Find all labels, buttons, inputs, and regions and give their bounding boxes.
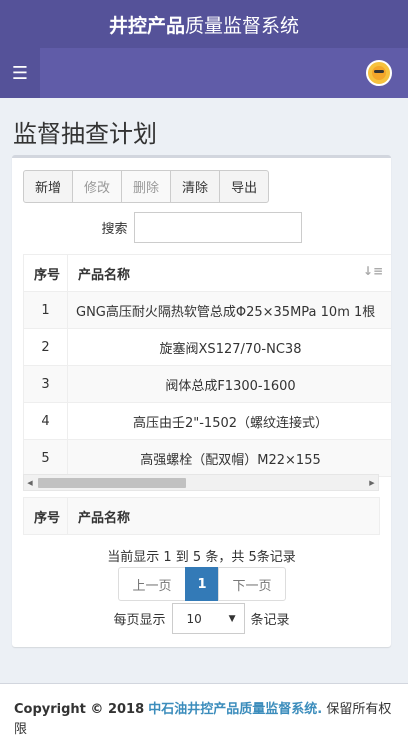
- search-input[interactable]: [133, 212, 302, 243]
- avatar-icon: [372, 66, 386, 80]
- search-row: 搜索: [12, 212, 391, 243]
- export-button[interactable]: 导出: [219, 170, 270, 203]
- row-name: 旋塞阀XS127/70-NC38: [67, 328, 391, 366]
- page-1-button[interactable]: 1: [185, 567, 219, 601]
- table-header-row: 序号 产品名称 ↓≡: [23, 254, 391, 292]
- app-brand: 井控产品 质量监督系统: [0, 0, 408, 48]
- delete-button[interactable]: 删除: [121, 170, 172, 203]
- toolbar: 新增 修改 删除 清除 导出: [23, 170, 270, 203]
- clear-button[interactable]: 清除: [170, 170, 221, 203]
- copyright-text: Copyright © 2018: [14, 702, 145, 717]
- page-size-prefix: 每页显示: [113, 613, 166, 628]
- table-row[interactable]: 5 高强螺栓（配双帽）M22×155: [23, 439, 391, 477]
- row-index: 4: [23, 402, 68, 440]
- table-row[interactable]: 1 GNG高压耐火隔热软管总成Φ25×35MPa 10m 1根: [23, 291, 391, 329]
- row-name: 高压由壬2"-1502（螺纹连接式）: [67, 402, 391, 440]
- user-avatar[interactable]: [366, 60, 392, 86]
- chevron-down-icon: ▼: [228, 613, 236, 624]
- row-index: 3: [23, 365, 68, 403]
- table-footer: 序号 产品名称: [23, 497, 380, 535]
- row-index: 2: [23, 328, 68, 366]
- page-size-value: 10: [186, 611, 202, 626]
- footer-header-name: 产品名称: [67, 497, 380, 535]
- data-table-wrap: 序号 产品名称 ↓≡ 1 GNG高压耐火隔热软管总成Φ25×35MPa 10m 1…: [23, 254, 391, 477]
- page-footer: Copyright © 2018 中石油井控产品质量监督系统. 保留所有权限: [0, 683, 408, 752]
- row-index: 5: [23, 439, 68, 477]
- row-name: 阀体总成F1300-1600: [67, 365, 391, 403]
- column-header-name-label: 产品名称: [78, 267, 131, 283]
- search-label: 搜索: [101, 222, 128, 237]
- add-button[interactable]: 新增: [23, 170, 74, 203]
- page-size-row: 每页显示 10 ▼ 条记录: [12, 603, 391, 634]
- brand-bold: 井控产品: [108, 14, 185, 37]
- scrollbar-thumb[interactable]: [38, 478, 186, 488]
- sort-icon[interactable]: ↓≡: [363, 264, 383, 278]
- row-name: 高强螺栓（配双帽）M22×155: [67, 439, 391, 477]
- next-page-button[interactable]: 下一页: [218, 567, 286, 601]
- row-name: GNG高压耐火隔热软管总成Φ25×35MPa 10m 1根: [67, 291, 391, 329]
- table-row[interactable]: 2 旋塞阀XS127/70-NC38: [23, 328, 391, 366]
- data-table: 序号 产品名称 ↓≡ 1 GNG高压耐火隔热软管总成Φ25×35MPa 10m 1…: [23, 254, 391, 477]
- scroll-right-icon[interactable]: ▶: [366, 475, 378, 490]
- table-row[interactable]: 3 阀体总成F1300-1600: [23, 365, 391, 403]
- menu-toggle-button[interactable]: ☰: [0, 48, 40, 98]
- content-box: 新增 修改 删除 清除 导出 搜索 序号 产品名称 ↓≡ 1 GNG高压耐火隔热软…: [12, 155, 391, 647]
- row-index: 1: [23, 291, 68, 329]
- pagination: 上一页 1 下一页: [118, 567, 286, 601]
- column-header-index[interactable]: 序号: [23, 254, 68, 292]
- column-header-name[interactable]: 产品名称 ↓≡: [67, 254, 391, 292]
- org-link[interactable]: 中石油井控产品质量监督系统.: [148, 702, 322, 717]
- page-size-suffix: 条记录: [250, 613, 290, 628]
- table-footer-row: 序号 产品名称: [23, 497, 380, 535]
- scroll-left-icon[interactable]: ◀: [24, 475, 36, 490]
- edit-button[interactable]: 修改: [72, 170, 123, 203]
- footer-header-index: 序号: [23, 497, 68, 535]
- pagination-summary: 当前显示 1 到 5 条，共 5条记录: [107, 550, 296, 565]
- table-row[interactable]: 4 高压由壬2"-1502（螺纹连接式）: [23, 402, 391, 440]
- horizontal-scrollbar[interactable]: ◀ ▶: [23, 474, 379, 491]
- hamburger-icon: ☰: [11, 62, 29, 84]
- top-navbar: ☰: [0, 48, 408, 98]
- page-title: 监督抽查计划: [13, 120, 157, 148]
- page-size-select[interactable]: 10 ▼: [171, 603, 245, 634]
- prev-page-button[interactable]: 上一页: [118, 567, 186, 601]
- brand-rest: 质量监督系统: [185, 14, 300, 37]
